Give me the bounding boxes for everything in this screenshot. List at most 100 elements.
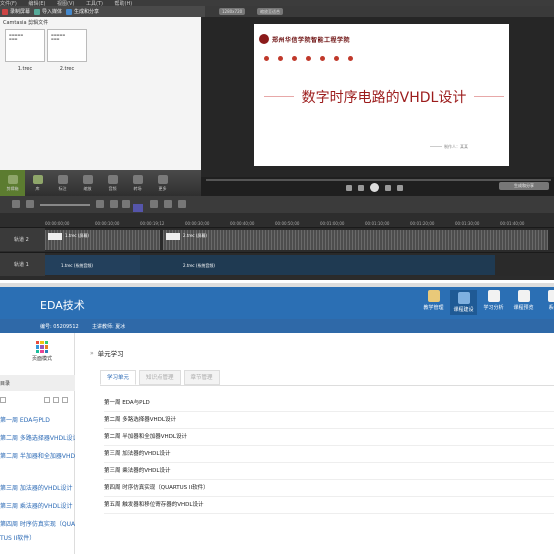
paste-icon[interactable]	[164, 200, 172, 208]
tab-audio[interactable]: 音频	[100, 170, 125, 196]
ruler-tick: 00:00:10;00	[95, 221, 120, 226]
clip-name: 1.trec (屏幕)	[65, 233, 89, 238]
ruler-tick: 00:01:00;00	[320, 221, 345, 226]
ruler-tick: 00:01:40;00	[500, 221, 525, 226]
nav-course-preview[interactable]: 课程预览	[510, 290, 537, 315]
next-icon[interactable]	[397, 184, 403, 191]
timeline-clip[interactable]: 1.trec (屏幕)	[45, 230, 160, 250]
tab-clip-bin[interactable]: 剪辑箱	[0, 170, 25, 196]
page-mode-button[interactable]: 页面模式	[30, 341, 54, 362]
zoom-slider[interactable]	[40, 204, 90, 206]
timeline-clip[interactable]: 1.trec (系统音频)	[45, 255, 140, 275]
tab-chapter-management[interactable]: 章节管理	[183, 370, 220, 385]
screen: 文件(F) 编辑(E) 视图(V) 工具(T) 帮助(H) 录制屏幕 导入媒体 …	[0, 0, 554, 554]
tab-label: 剪辑箱	[6, 185, 19, 191]
tab-transitions[interactable]: 转场	[125, 170, 150, 196]
preview-canvas: 郑州华信学院智能工程学院 数字时序电路的VHDL设计 制作人：某某	[201, 17, 554, 177]
add-icon[interactable]	[44, 397, 50, 403]
timeline-toolbar	[0, 196, 554, 213]
track-label: 轨道 2	[0, 228, 45, 251]
marker-icon[interactable]	[178, 200, 186, 208]
nav-label: 课程建设	[453, 307, 474, 313]
clip-thumbnail-1[interactable]: ▬▬▬▬▬ ▬▬▬	[5, 29, 45, 62]
nav-course-building[interactable]: 课程建设	[450, 290, 477, 315]
forward-icon[interactable]	[385, 184, 391, 191]
timeline-clip[interactable]: 2.trec (屏幕)	[163, 230, 548, 250]
slide-author: 制作人：某某	[444, 144, 468, 149]
clip-name: 2.trec (系统音频)	[183, 263, 215, 268]
record-screen-button[interactable]: 录制屏幕	[2, 8, 30, 15]
slide-title: 数字时序电路的VHDL设计	[301, 90, 467, 106]
sidebar-item[interactable]: 第二周 多路选择器VHDL设计	[0, 433, 75, 447]
expand-icon[interactable]	[0, 397, 6, 403]
unit-row[interactable]: 第五周 触发器和移位寄存器的VHDL设计	[104, 497, 554, 514]
breadcrumb-label: 单元学习	[97, 350, 124, 358]
tab-zoom[interactable]: 缩放	[75, 170, 100, 196]
import-label: 导入媒体	[42, 9, 63, 15]
sidebar-item[interactable]: 第二周 半加器和全加器VHDL	[0, 451, 75, 465]
record-label: 录制屏幕	[10, 9, 31, 15]
tab-callouts[interactable]: 标注	[50, 170, 75, 196]
slide-decoration-dots	[264, 56, 353, 61]
portal-header: EDA技术 教学管理 课程建设 学习分析 课程预览 系统	[0, 287, 554, 319]
previous-icon[interactable]	[346, 184, 352, 191]
zoom-in-icon[interactable]	[96, 200, 104, 208]
nav-system[interactable]: 系统	[540, 290, 554, 315]
import-media-button[interactable]: 导入媒体	[34, 8, 62, 15]
sidebar-item[interactable]: 第一周 EDA与PLD	[0, 415, 75, 429]
produce-button[interactable]: 生成和分享	[499, 182, 549, 190]
timeline-ruler: 00:00:00;00 00:00:10;00 00:00:19;12 00:0…	[0, 213, 554, 227]
sidebar-heading: 目录	[0, 375, 75, 391]
cut-icon[interactable]	[110, 200, 118, 208]
edit-icon[interactable]	[53, 397, 59, 403]
sidebar-item[interactable]: 第三周 乘法器的VHDL设计	[0, 501, 75, 515]
zoom-out-icon[interactable]	[26, 200, 34, 208]
timeline-clip[interactable]: 2.trec (系统音频)	[140, 255, 495, 275]
produce-share-button[interactable]: 生成和分享	[66, 8, 99, 15]
zoom-dropdown[interactable]: 缩放至适合	[257, 8, 283, 15]
ruler-tick: 00:01:20;00	[410, 221, 435, 226]
nav-label: 系统	[548, 305, 554, 311]
gear-icon	[547, 290, 554, 302]
tab-library[interactable]: 库	[25, 170, 50, 196]
tab-label: 转场	[133, 185, 142, 191]
play-icon[interactable]	[370, 183, 379, 192]
unit-row[interactable]: 第二周 多路选择器VHDL设计	[104, 412, 554, 429]
nav-label: 教学管理	[423, 305, 444, 311]
sidebar-item[interactable]: 第四周 时序仿真实现（QUAR	[0, 519, 75, 533]
ruler-tick: 00:00:19;12	[140, 221, 165, 226]
delete-icon[interactable]	[62, 397, 68, 403]
school-logo-icon	[259, 34, 269, 44]
playhead[interactable]	[133, 204, 143, 212]
nav-label: 课程预览	[513, 305, 534, 311]
tab-learning-units[interactable]: 学习单元	[100, 370, 137, 385]
split-icon[interactable]	[150, 200, 158, 208]
book-icon	[487, 290, 500, 302]
task-tabs: 剪辑箱 库 标注 缩放 音频 转场 更多	[0, 170, 201, 196]
copy-icon[interactable]	[122, 200, 130, 208]
settings-icon[interactable]	[12, 200, 20, 208]
share-icon	[66, 8, 73, 15]
clip-name: 2.trec (屏幕)	[183, 233, 207, 238]
course-info-bar: 编号: 05209512 主讲教师: 夏冰	[0, 319, 554, 333]
tab-more[interactable]: 更多	[150, 170, 175, 196]
unit-row[interactable]: 第三周 加法器的VHDL设计	[104, 446, 554, 463]
nav-teaching-management[interactable]: 教学管理	[420, 290, 447, 315]
track-label: 轨道 1	[0, 253, 45, 276]
nav-learning-analysis[interactable]: 学习分析	[480, 290, 507, 315]
unit-row[interactable]: 第一周 EDA与PLD	[104, 395, 554, 412]
resolution-dropdown[interactable]: 1280x720	[219, 8, 246, 15]
tab-knowledge-points[interactable]: 知识点管理	[139, 370, 181, 385]
rewind-icon[interactable]	[358, 184, 364, 191]
unit-row[interactable]: 第四周 时序仿真实现（QUARTUS II软件）	[104, 480, 554, 497]
unit-row[interactable]: 第三周 乘法器的VHDL设计	[104, 463, 554, 480]
unit-row[interactable]: 第二周 半加器和全加器VHDL设计	[104, 429, 554, 446]
sidebar-item[interactable]: TUS II软件）	[0, 533, 75, 547]
preview-scrubber[interactable]	[206, 179, 551, 181]
clip-thumbnail-2[interactable]: ▬▬▬▬▬ ▬▬▬	[47, 29, 87, 62]
clip-name-2: 2.trec	[59, 66, 75, 72]
clip-name: 1.trec (系统音频)	[61, 263, 93, 268]
library-icon	[32, 174, 43, 184]
import-icon	[34, 8, 41, 15]
sidebar-item[interactable]: 第三周 加法器的VHDL设计	[0, 483, 75, 497]
